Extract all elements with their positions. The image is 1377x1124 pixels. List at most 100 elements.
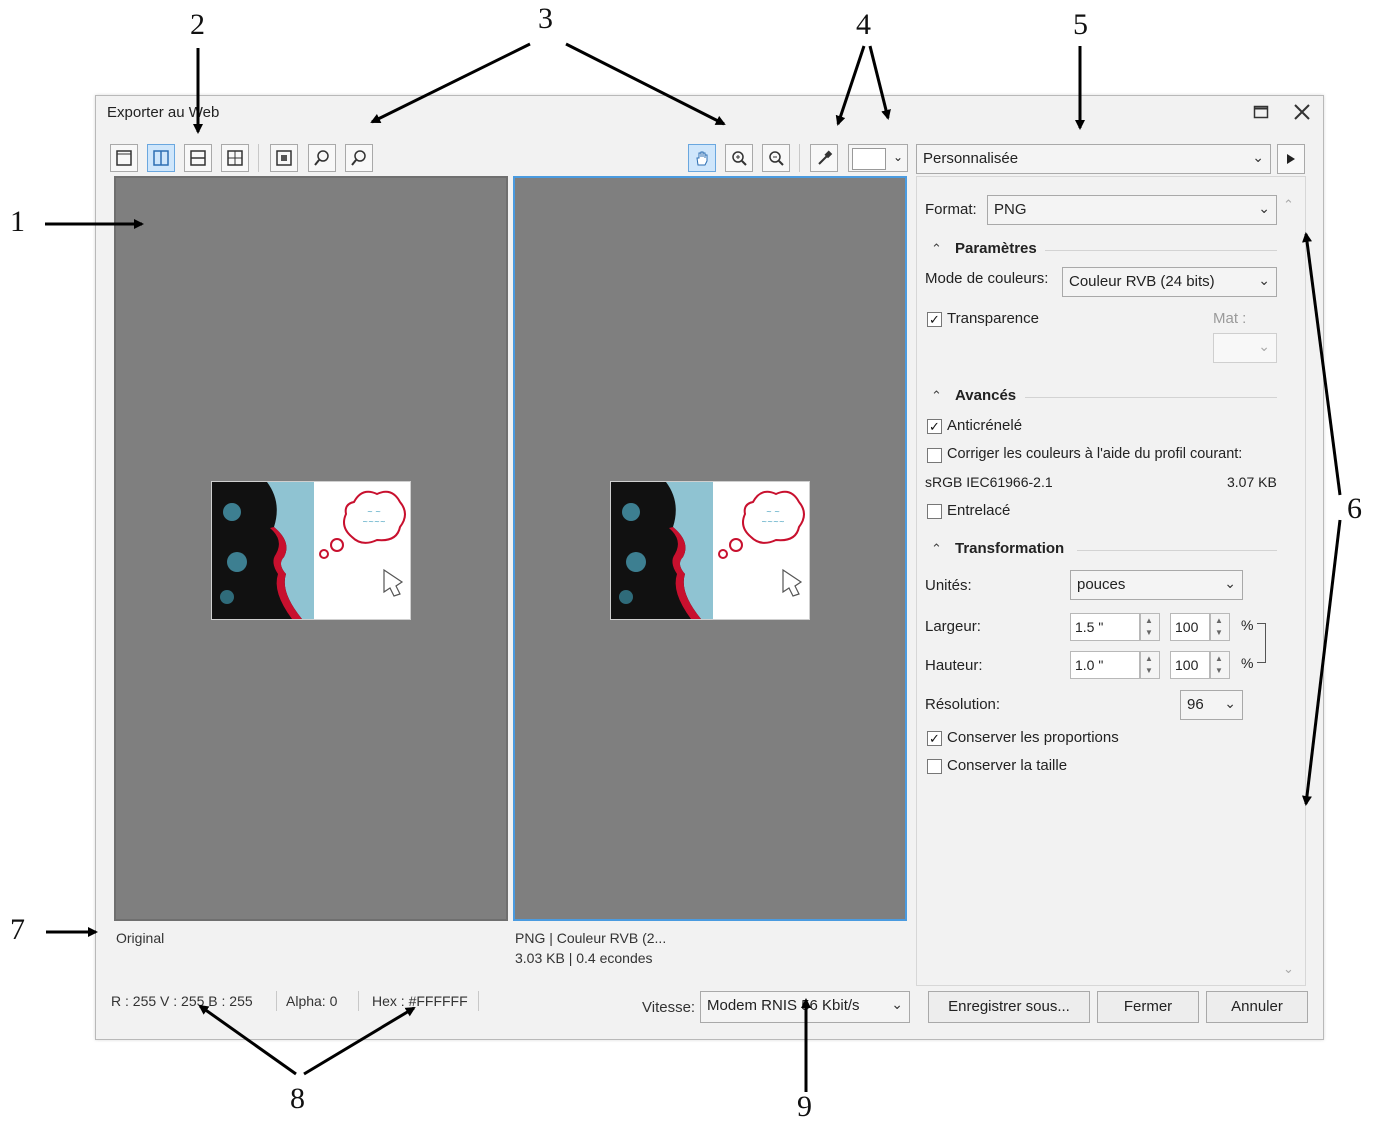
- callout-7: 7: [10, 913, 25, 946]
- speed-label: Vitesse:: [642, 999, 696, 1016]
- units-label: Unités:: [925, 577, 972, 594]
- export-settings-panel: Format: PNG ⌄ ⌃ ⌃ Paramètres Mode de cou…: [916, 176, 1306, 986]
- format-value: PNG: [994, 201, 1027, 218]
- chevron-down-icon: ⌄: [1258, 338, 1270, 354]
- optimized-preview-pane[interactable]: ~ ~ ~~~~: [513, 176, 907, 921]
- color-swatch-icon: [852, 148, 886, 170]
- status-separator: [276, 991, 277, 1011]
- proportion-link-bracket: [1257, 623, 1266, 663]
- callout-5: 5: [1073, 8, 1088, 41]
- correct-colors-checkbox[interactable]: [927, 448, 942, 463]
- correct-colors-label: Corriger les couleurs à l'aide du profil…: [947, 446, 1243, 462]
- mat-label: Mat :: [1213, 310, 1247, 327]
- resolution-select[interactable]: 96 ⌄: [1180, 690, 1243, 720]
- chevron-down-icon: ⌄: [892, 150, 903, 164]
- height-stepper[interactable]: ▲ ▼: [1140, 651, 1160, 679]
- width-percent-input[interactable]: 100: [1170, 613, 1210, 641]
- transformation-section-title: Transformation: [955, 540, 1065, 557]
- chevron-down-icon: ⌄: [1224, 575, 1236, 591]
- resolution-value: 96: [1187, 696, 1204, 713]
- estimated-file-size: 3.07 KB: [1227, 474, 1277, 490]
- cancel-button[interactable]: Annuler: [1206, 991, 1308, 1023]
- mat-color-select[interactable]: ⌄: [1213, 333, 1277, 363]
- antialias-checkbox[interactable]: ✓: [927, 419, 942, 434]
- preset-value: Personnalisée: [923, 150, 1019, 167]
- pan-hand-icon[interactable]: [688, 144, 716, 172]
- color-mode-value: Couleur RVB (24 bits): [1069, 273, 1215, 290]
- toolbar-separator: [258, 144, 259, 172]
- section-divider: [1025, 397, 1277, 398]
- height-input[interactable]: 1.0 ": [1070, 651, 1140, 679]
- height-label: Hauteur:: [925, 657, 983, 674]
- zoom-100-icon[interactable]: [345, 144, 373, 172]
- eyedropper-icon[interactable]: [810, 144, 838, 172]
- interlaced-label: Entrelacé: [947, 502, 1011, 519]
- transparency-checkbox[interactable]: ✓: [927, 312, 942, 327]
- zoom-in-icon[interactable]: [725, 144, 753, 172]
- split-horizontal-icon[interactable]: [184, 144, 212, 172]
- antialias-label: Anticrénelé: [947, 417, 1023, 434]
- svg-text:~ ~: ~ ~: [766, 508, 780, 516]
- width-input[interactable]: 1.5 ": [1070, 613, 1140, 641]
- alpha-readout: Alpha: 0: [286, 993, 338, 1009]
- status-separator: [478, 991, 479, 1011]
- width-percent-sign: %: [1241, 617, 1254, 633]
- keep-size-label: Conserver la taille: [947, 757, 1068, 774]
- chevron-down-icon: ⌄: [1258, 200, 1270, 216]
- split-vertical-icon[interactable]: [147, 144, 175, 172]
- original-caption: Original: [116, 930, 165, 946]
- collapse-section-icon[interactable]: ⌃: [931, 541, 942, 557]
- height-percent-stepper[interactable]: ▲ ▼: [1210, 651, 1230, 679]
- collapse-section-icon[interactable]: ⌃: [931, 241, 942, 257]
- chevron-down-icon: ⌄: [1258, 272, 1270, 288]
- callout-6: 6: [1347, 492, 1362, 525]
- speed-select[interactable]: Modem RNIS 56 Kbit/s ⌄: [700, 991, 910, 1023]
- width-stepper[interactable]: ▲ ▼: [1140, 613, 1160, 641]
- callout-2: 2: [190, 8, 205, 41]
- optimized-size-info: 3.03 KB | 0.4 econdes: [515, 950, 653, 966]
- parameters-section-title: Paramètres: [955, 240, 1037, 257]
- zoom-one-to-one-icon[interactable]: [308, 144, 336, 172]
- callout-3: 3: [538, 2, 553, 35]
- callout-4: 4: [856, 8, 871, 41]
- svg-text:~ ~: ~ ~: [367, 508, 381, 516]
- units-select[interactable]: pouces ⌄: [1070, 570, 1243, 600]
- save-as-button[interactable]: Enregistrer sous...: [928, 991, 1090, 1023]
- presets-menu-arrow-icon[interactable]: [1277, 144, 1305, 174]
- single-view-icon[interactable]: [110, 144, 138, 172]
- callout-1: 1: [10, 205, 25, 238]
- color-mode-select[interactable]: Couleur RVB (24 bits) ⌄: [1062, 267, 1277, 297]
- collapse-section-icon[interactable]: ⌃: [931, 388, 942, 404]
- callout-9: 9: [797, 1090, 812, 1123]
- preset-select[interactable]: Personnalisée ⌄: [916, 144, 1271, 174]
- units-value: pouces: [1077, 576, 1126, 593]
- rgb-readout: R : 255 V : 255 B : 255: [111, 993, 253, 1009]
- zoom-out-icon[interactable]: [762, 144, 790, 172]
- scroll-down-icon[interactable]: ⌄: [1283, 961, 1294, 977]
- height-percent-input[interactable]: 100: [1170, 651, 1210, 679]
- keep-size-checkbox[interactable]: [927, 759, 942, 774]
- svg-text:~~~~: ~~~~: [761, 518, 785, 526]
- format-label: Format:: [925, 201, 977, 218]
- scroll-up-icon[interactable]: ⌃: [1283, 197, 1294, 213]
- chevron-down-icon: ⌄: [1224, 695, 1236, 711]
- width-label: Largeur:: [925, 618, 981, 635]
- format-select[interactable]: PNG ⌄: [987, 195, 1277, 225]
- window-maximize-icon[interactable]: [1245, 98, 1277, 126]
- speed-value: Modem RNIS 56 Kbit/s: [707, 997, 860, 1014]
- window-close-icon[interactable]: [1286, 98, 1318, 126]
- original-preview-pane[interactable]: ~ ~ ~~~~: [114, 176, 508, 921]
- color-profile-name: sRGB IEC61966-2.1: [925, 474, 1053, 490]
- quad-view-icon[interactable]: [221, 144, 249, 172]
- keep-proportions-checkbox[interactable]: ✓: [927, 731, 942, 746]
- dialog-title: Exporter au Web: [107, 104, 220, 121]
- color-swatch-dropdown[interactable]: ⌄: [848, 144, 908, 172]
- optimized-format-info: PNG | Couleur RVB (2...: [515, 930, 667, 946]
- artwork-thumbnail: ~ ~ ~~~~: [610, 481, 810, 620]
- width-percent-stepper[interactable]: ▲ ▼: [1210, 613, 1230, 641]
- close-button[interactable]: Fermer: [1097, 991, 1199, 1023]
- color-mode-label: Mode de couleurs:: [925, 270, 1049, 287]
- fit-to-window-icon[interactable]: [270, 144, 298, 172]
- artwork-thumbnail: ~ ~ ~~~~: [211, 481, 411, 620]
- interlaced-checkbox[interactable]: [927, 504, 942, 519]
